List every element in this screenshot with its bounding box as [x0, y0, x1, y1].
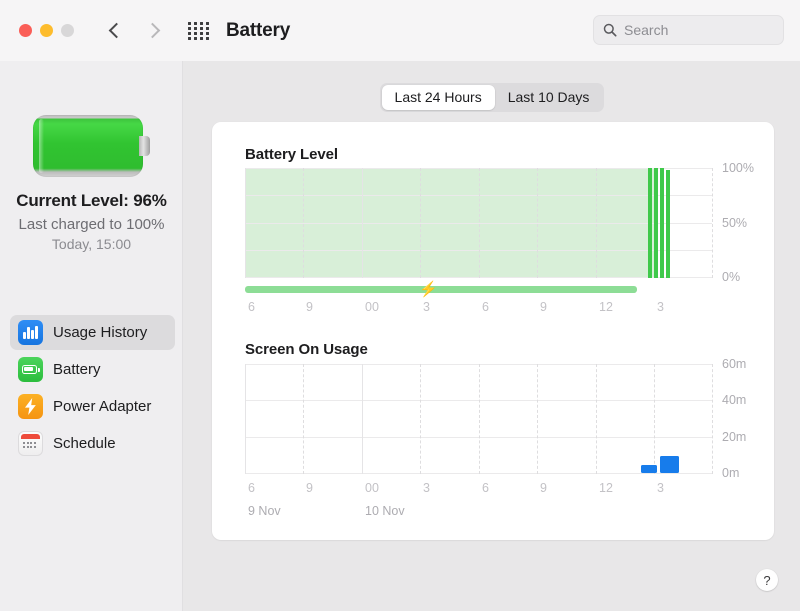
screen-on-usage-chart-title: Screen On Usage — [245, 341, 368, 358]
traffic-lights — [19, 24, 74, 37]
charge-bar — [666, 170, 670, 278]
vgridline — [303, 168, 304, 278]
x-axis-label: 9 — [306, 481, 313, 495]
vgridline — [362, 168, 363, 278]
x-axis-label: 9 — [540, 481, 547, 495]
vgridline — [420, 364, 421, 474]
charge-bar — [660, 168, 664, 278]
battery-level-plot — [245, 168, 712, 278]
x-axis-label: 00 — [365, 300, 379, 314]
current-level-label: Current Level: 96% — [0, 191, 183, 211]
calendar-icon — [18, 431, 43, 456]
x-axis-label: 6 — [482, 481, 489, 495]
usage-bar — [641, 465, 657, 473]
x-axis-label: 6 — [482, 300, 489, 314]
vgridline — [537, 364, 538, 474]
sidebar-item-label: Power Adapter — [53, 398, 151, 415]
battery-status-graphic — [33, 115, 151, 177]
y-axis-label: 0m — [722, 466, 739, 480]
charge-bar — [654, 168, 658, 278]
sidebar-item-label: Usage History — [53, 324, 147, 341]
sidebar: Current Level: 96% Last charged to 100% … — [0, 61, 183, 611]
bolt-icon — [18, 394, 43, 419]
vgridline — [479, 364, 480, 474]
vgridline — [362, 364, 363, 474]
sidebar-menu: Usage History Battery Power Adapter Sche… — [10, 315, 175, 463]
battery-status-text: Current Level: 96% Last charged to 100% … — [0, 191, 183, 252]
vgridline — [303, 364, 304, 474]
forward-icon — [144, 22, 162, 40]
charge-time-label: Today, 15:00 — [0, 236, 183, 252]
sidebar-item-battery[interactable]: Battery — [10, 352, 175, 387]
search-icon — [603, 23, 617, 37]
charge-bar — [648, 168, 652, 278]
vgridline — [712, 168, 713, 278]
vgridline — [712, 364, 713, 474]
sidebar-item-usage-history[interactable]: Usage History — [10, 315, 175, 350]
battery-body — [33, 115, 143, 177]
x-axis-label: 00 — [365, 481, 379, 495]
usage-bar — [660, 456, 679, 473]
title-bar: Battery — [0, 0, 800, 61]
vgridline — [245, 364, 246, 474]
vgridline — [596, 364, 597, 474]
search-field[interactable] — [593, 15, 784, 45]
x-axis-label: 3 — [423, 481, 430, 495]
window-title: Battery — [226, 20, 290, 42]
charts-card: Battery Level — [212, 122, 774, 540]
screen-on-usage-plot — [245, 364, 712, 474]
tab-last-10-days[interactable]: Last 10 Days — [495, 85, 603, 110]
charging-indicator-bar — [245, 286, 637, 293]
vgridline — [245, 168, 246, 278]
y-axis-label: 60m — [722, 357, 746, 371]
last-charged-label: Last charged to 100% — [0, 216, 183, 233]
show-all-grid-icon[interactable] — [188, 22, 210, 40]
vgridline — [654, 364, 655, 474]
vgridline — [596, 168, 597, 278]
battery-icon — [18, 357, 43, 382]
x-axis-label: 6 — [248, 481, 255, 495]
time-range-selector: Last 24 Hours Last 10 Days — [184, 83, 800, 112]
x-axis-label: 9 — [540, 300, 547, 314]
sidebar-item-label: Battery — [53, 361, 101, 378]
bar-chart-icon — [18, 320, 43, 345]
y-axis-label: 50% — [722, 216, 747, 230]
x-axis-label: 12 — [599, 481, 613, 495]
vgridline — [537, 168, 538, 278]
battery-cap — [139, 136, 150, 156]
y-axis-label: 0% — [722, 270, 740, 284]
y-axis-label: 40m — [722, 393, 746, 407]
y-axis-label: 100% — [722, 161, 754, 175]
x-axis-label: 9 — [306, 300, 313, 314]
sidebar-item-schedule[interactable]: Schedule — [10, 426, 175, 461]
x-axis-label: 12 — [599, 300, 613, 314]
x-axis-label: 3 — [657, 481, 664, 495]
back-icon[interactable] — [106, 22, 124, 40]
sidebar-item-label: Schedule — [53, 435, 116, 452]
y-axis-label: 20m — [722, 430, 746, 444]
minimize-button[interactable] — [40, 24, 53, 37]
x-axis-label: 3 — [657, 300, 664, 314]
x-axis-label: 3 — [423, 300, 430, 314]
vgridline — [479, 168, 480, 278]
bolt-icon: ⚡ — [419, 282, 438, 297]
x-axis-label: 6 — [248, 300, 255, 314]
content-area: Last 24 Hours Last 10 Days Battery Level — [184, 61, 800, 611]
zoom-button — [61, 24, 74, 37]
battery-preferences-window: Battery Current Level: 96% Last charged … — [0, 0, 800, 611]
date-label: 9 Nov — [248, 504, 281, 518]
tab-last-24-hours[interactable]: Last 24 Hours — [382, 85, 495, 110]
battery-level-chart-title: Battery Level — [245, 146, 338, 163]
navigation-arrows — [106, 22, 162, 40]
vgridline — [420, 168, 421, 278]
date-label: 10 Nov — [365, 504, 405, 518]
sidebar-item-power-adapter[interactable]: Power Adapter — [10, 389, 175, 424]
search-input[interactable] — [624, 22, 764, 38]
segmented-control: Last 24 Hours Last 10 Days — [380, 83, 605, 112]
help-button[interactable]: ? — [756, 569, 778, 591]
close-button[interactable] — [19, 24, 32, 37]
